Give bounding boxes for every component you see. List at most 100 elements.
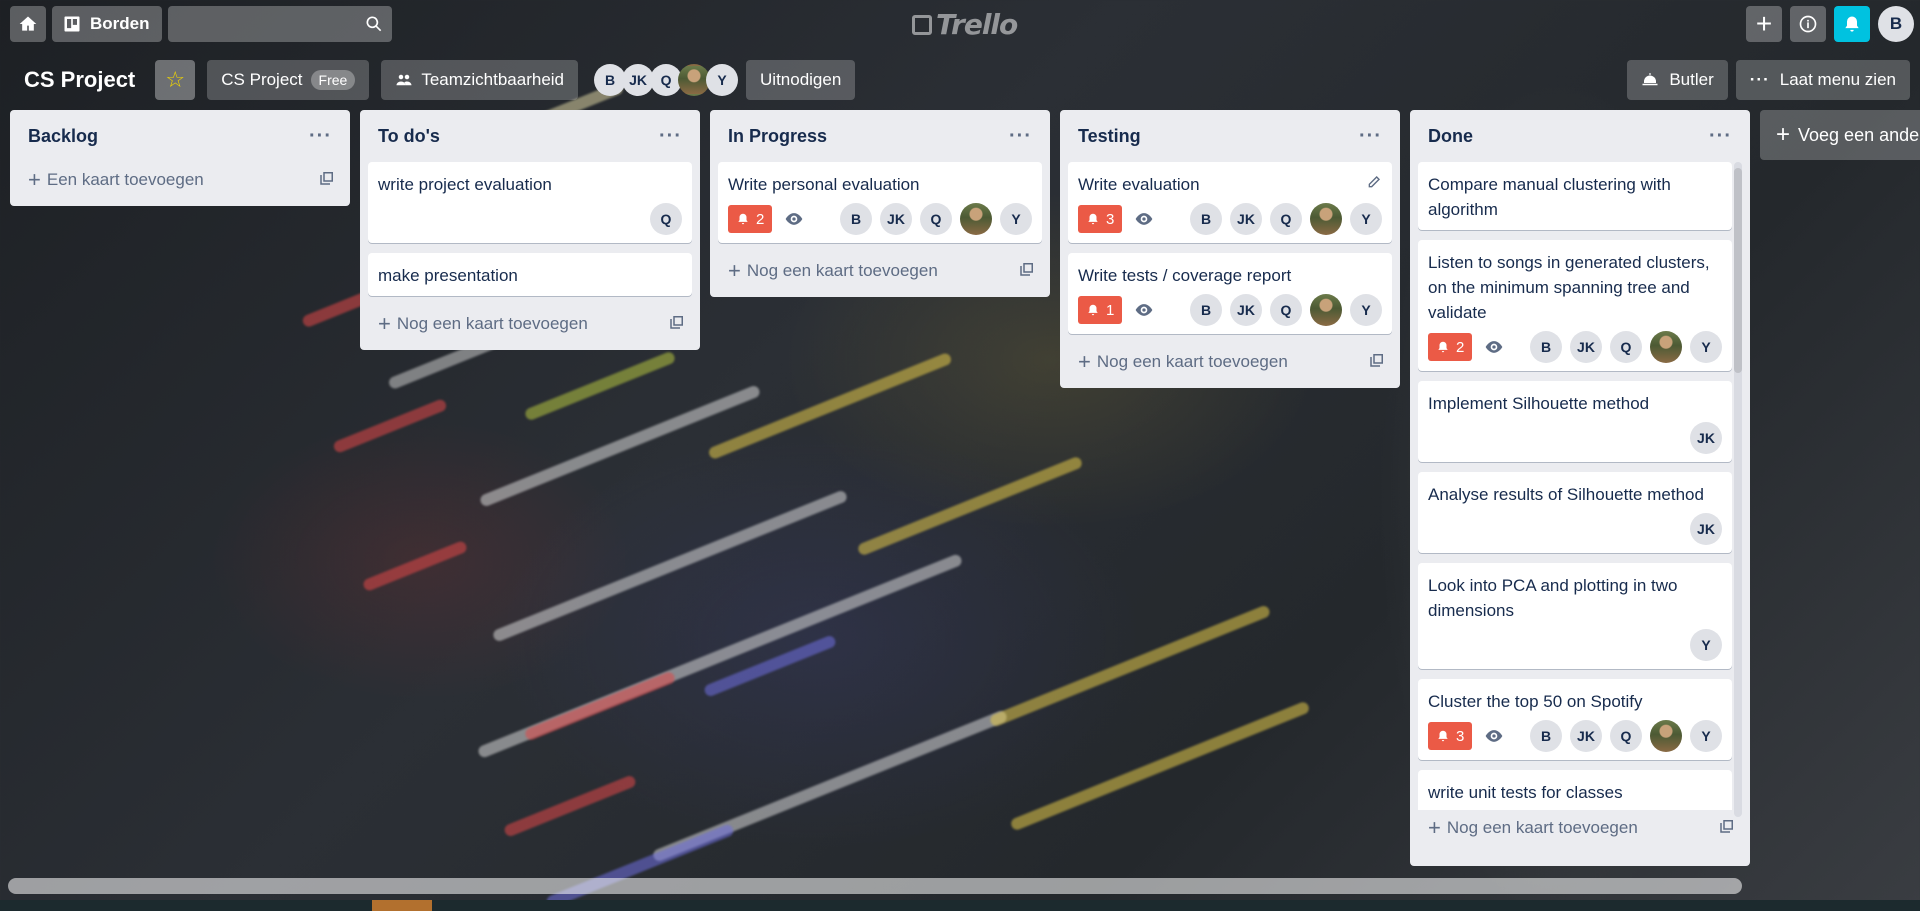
show-menu-label: Laat menu zien [1779,70,1896,89]
user-avatar[interactable]: B [1878,6,1914,42]
card-member-avatar[interactable]: B [1190,294,1222,326]
list-title[interactable]: Testing [1078,126,1141,147]
card[interactable]: Look into PCA and plotting in two dimens… [1418,563,1732,669]
info-button[interactable] [1790,6,1826,42]
card[interactable]: Implement Silhouette method JK [1418,381,1732,462]
card-template-icon[interactable] [318,169,336,192]
card[interactable]: write project evaluation Q [368,162,692,243]
alarm-icon [1438,341,1448,353]
list-title[interactable]: Backlog [28,126,98,147]
card-member-avatar[interactable]: Q [1610,720,1642,752]
butler-button[interactable]: Butler [1627,60,1728,100]
plus-icon: + [1776,121,1791,148]
home-button[interactable] [10,6,46,42]
star-icon: ☆ [165,67,186,92]
card-title: make presentation [378,266,518,285]
team-button[interactable]: CS Project Free [207,60,370,100]
card-member-avatar[interactable]: JK [1690,513,1722,545]
card[interactable]: Write personal evaluation 2 B JK Q Y [718,162,1042,243]
card-template-icon[interactable] [668,313,686,336]
invite-button[interactable]: Uitnodigen [746,60,856,100]
card-member-avatar[interactable]: JK [880,203,912,235]
list-backlog: Backlog ··· + Een kaart toevoegen [10,110,350,206]
card-member-avatar-photo[interactable] [1650,720,1682,752]
list-menu-icon[interactable]: ··· [659,125,682,148]
boards-button[interactable]: Borden [52,6,162,42]
watching-eye-icon [784,209,804,229]
list-title[interactable]: To do's [378,126,440,147]
card[interactable]: Write evaluation 3 B JK Q Y [1068,162,1392,243]
card[interactable]: Analyse results of Silhouette method JK [1418,472,1732,553]
card-member-avatar[interactable]: Y [1690,720,1722,752]
card[interactable]: Listen to songs in generated clusters, o… [1418,240,1732,371]
card-member-avatar-photo[interactable] [960,203,992,235]
card-member-avatar[interactable]: JK [1570,331,1602,363]
card-member-avatar[interactable]: Q [920,203,952,235]
search-box[interactable] [167,6,392,42]
create-button[interactable]: + [1746,6,1782,42]
boards-icon [62,14,82,34]
add-card-label: Nog een kaart toevoegen [396,314,588,333]
add-list-button[interactable]: + Voeg een ander [1760,110,1920,160]
card-member-avatar-photo[interactable] [1310,203,1342,235]
card-template-icon[interactable] [1718,817,1736,840]
list-menu-icon[interactable]: ··· [309,125,332,148]
add-card-button[interactable]: + Nog een kaart toevoegen [718,253,1042,289]
card-member-avatar[interactable]: Q [650,203,682,235]
card-member-avatar[interactable]: JK [1570,720,1602,752]
card[interactable]: write unit tests for classes Y [1418,770,1732,810]
card-member-avatar[interactable]: Y [1350,294,1382,326]
card-member-avatar-photo[interactable] [1650,331,1682,363]
card[interactable]: make presentation [368,253,692,296]
board-title[interactable]: CS Project [24,67,135,93]
add-card-button[interactable]: + Nog een kaart toevoegen [1068,344,1392,380]
add-card-button[interactable]: + Nog een kaart toevoegen [1418,810,1742,846]
card-member-avatar[interactable]: JK [1230,203,1262,235]
card-member-avatar[interactable]: B [1190,203,1222,235]
member-avatar[interactable]: Y [706,64,739,96]
card-member-avatar[interactable]: JK [1230,294,1262,326]
show-menu-button[interactable]: ··· Laat menu zien [1735,60,1910,100]
list-menu-icon[interactable]: ··· [1359,125,1382,148]
list-menu-icon[interactable]: ··· [1009,125,1032,148]
card-title: Write tests / coverage report [1078,266,1292,285]
list-scrollbar[interactable] [1734,162,1742,817]
card-member-avatar[interactable]: B [1530,331,1562,363]
trello-logo[interactable]: Trello [912,8,1018,41]
bell-icon [1842,14,1862,34]
list-title[interactable]: In Progress [728,126,827,147]
card-template-icon[interactable] [1018,260,1036,283]
star-board-button[interactable]: ☆ [155,60,196,100]
card-member-avatar[interactable]: Y [1000,203,1032,235]
card-member-avatar[interactable]: B [1530,720,1562,752]
taskbar-active-app[interactable] [372,900,432,911]
visibility-button[interactable]: Teamzichtbaarheid [381,60,579,100]
card-member-avatar[interactable]: Y [1690,629,1722,661]
add-card-button[interactable]: + Nog een kaart toevoegen [368,306,692,342]
card-member-avatar[interactable]: Y [1690,331,1722,363]
card[interactable]: Cluster the top 50 on Spotify 3 B JK Q Y [1418,679,1732,760]
search-icon[interactable] [364,14,384,34]
search-input[interactable] [167,6,392,42]
card[interactable]: Write tests / coverage report 1 B JK Q Y [1068,253,1392,334]
card-member-avatar-photo[interactable] [1310,294,1342,326]
add-card-label: Nog een kaart toevoegen [1096,352,1288,371]
card-title: Write evaluation [1078,175,1200,194]
card-member-avatar[interactable]: Q [1610,331,1642,363]
notifications-button[interactable] [1834,6,1870,42]
card-member-avatar[interactable]: Q [1270,294,1302,326]
card[interactable]: Compare manual clustering with algorithm [1418,162,1732,230]
card-template-icon[interactable] [1368,351,1386,374]
card-member-avatar[interactable]: B [840,203,872,235]
board-horizontal-scrollbar[interactable] [8,878,1742,894]
edit-pencil-icon[interactable] [1366,174,1382,195]
card-member-avatar[interactable]: Y [1350,203,1382,235]
due-date-badge: 3 [1428,722,1473,750]
more-dots-icon: ··· [1749,70,1770,89]
list-menu-icon[interactable]: ··· [1709,125,1732,148]
card-member-avatar[interactable]: JK [1690,422,1722,454]
list-title[interactable]: Done [1428,126,1473,147]
add-card-button[interactable]: + Een kaart toevoegen [18,162,342,198]
list-scrollbar-thumb[interactable] [1734,168,1742,373]
card-member-avatar[interactable]: Q [1270,203,1302,235]
